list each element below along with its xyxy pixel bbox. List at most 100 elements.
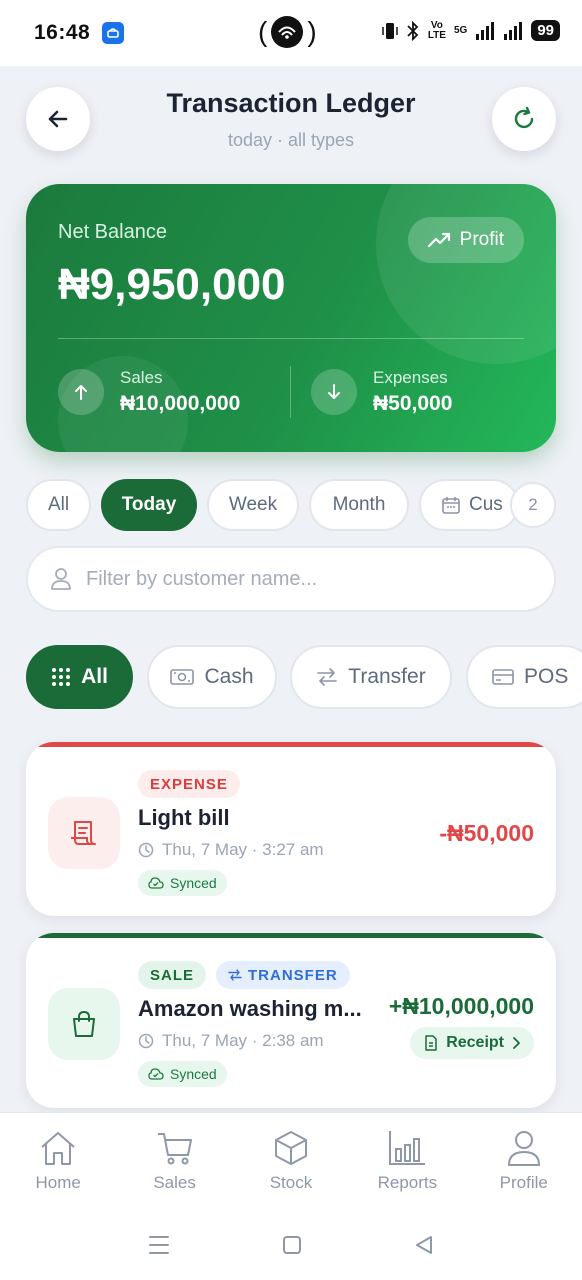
- expenses-label: Expenses: [373, 368, 448, 387]
- period-week-chip[interactable]: Week: [207, 479, 299, 531]
- transaction-amount: +₦10,000,000: [388, 993, 534, 1019]
- expense-tag: EXPENSE: [138, 770, 240, 798]
- transfer-tag-label: TRANSFER: [248, 966, 338, 984]
- battery-indicator: 99: [531, 20, 560, 41]
- period-filter-row: All Today Week Month Cus 2: [26, 479, 556, 533]
- transaction-card[interactable]: EXPENSE Light bill Thu, 7 May · 3:27 am …: [26, 742, 556, 916]
- home-icon: [41, 1132, 75, 1165]
- shopping-bag-icon: [48, 988, 120, 1060]
- user-icon: [51, 568, 71, 590]
- type-transfer-label: Transfer: [348, 665, 426, 688]
- transaction-title: Amazon washing m...: [138, 996, 362, 1021]
- header: Transaction Ledger today · all types: [0, 66, 582, 166]
- transaction-date: Thu, 7 May · 3:27 am: [138, 840, 324, 860]
- signal-icon: [476, 21, 495, 40]
- filter-count-badge[interactable]: 2: [510, 482, 556, 528]
- sales-value: ₦10,000,000: [120, 392, 241, 415]
- bottom-navigation: Home Sales Stock Reports Profile: [0, 1112, 582, 1210]
- transaction-accent-bar: [26, 933, 556, 938]
- period-custom-chip[interactable]: Cus: [419, 479, 519, 531]
- nav-profile-label: Profile: [499, 1173, 548, 1192]
- profile-icon: [507, 1131, 540, 1166]
- stat-separator: [290, 366, 291, 418]
- type-cash-label: Cash: [204, 665, 254, 688]
- calendar-icon: [442, 497, 460, 514]
- type-pos-chip[interactable]: POS: [466, 645, 582, 709]
- hotspot-icon: [271, 16, 304, 48]
- bar-chart-icon: [389, 1131, 426, 1165]
- period-month-chip[interactable]: Month: [309, 479, 409, 531]
- receipt-button[interactable]: Receipt: [410, 1027, 534, 1059]
- clock-icon: [138, 1033, 154, 1049]
- hotspot-left-paren: (: [258, 16, 268, 47]
- sync-status-badge: Synced: [138, 1061, 227, 1087]
- transaction-card[interactable]: SALE TRANSFER Amazon washing m... Thu, 7…: [26, 933, 556, 1108]
- transaction-tags: SALE TRANSFER: [138, 961, 350, 989]
- status-bar: 16:48 ( ) Vo LTE 5G 99: [0, 0, 582, 66]
- customer-search-input[interactable]: [86, 567, 506, 591]
- cloud-check-icon: [148, 1068, 164, 1080]
- sale-tag: SALE: [138, 961, 207, 989]
- cart-icon: [157, 1133, 192, 1165]
- expenses-value: ₦50,000: [373, 392, 453, 415]
- transfer-arrows-icon: [228, 969, 242, 981]
- transfer-tag: TRANSFER: [216, 961, 350, 989]
- type-cash-chip[interactable]: Cash: [147, 645, 277, 709]
- net-balance-value: ₦9,950,000: [58, 260, 286, 309]
- payment-type-filter-row: All Cash Transfer POS: [26, 645, 582, 711]
- transaction-tags: EXPENSE: [138, 770, 240, 798]
- nav-sales[interactable]: Sales: [116, 1113, 232, 1210]
- system-icons: Vo LTE 5G 99: [382, 20, 560, 41]
- back-triangle-icon[interactable]: [413, 1234, 435, 1256]
- transaction-title: Light bill: [138, 805, 230, 830]
- nav-reports[interactable]: Reports: [349, 1113, 465, 1210]
- bluetooth-icon: [407, 20, 419, 41]
- sync-status-badge: Synced: [138, 870, 227, 896]
- grid-icon: [52, 668, 71, 686]
- fiveg-indicator: 5G: [453, 24, 468, 36]
- cash-icon: [170, 669, 195, 685]
- lte-label: LTE: [427, 29, 446, 41]
- box-icon: [274, 1131, 307, 1165]
- transaction-date: Thu, 7 May · 2:38 am: [138, 1031, 324, 1051]
- nav-sales-label: Sales: [153, 1173, 196, 1192]
- arrow-down-icon: [311, 369, 357, 415]
- type-all-label: All: [81, 665, 108, 688]
- type-transfer-chip[interactable]: Transfer: [290, 645, 452, 709]
- transaction-amount: -₦50,000: [439, 820, 534, 846]
- hotspot-indicator: ( ): [258, 16, 317, 48]
- refresh-button[interactable]: [492, 87, 556, 151]
- document-icon: [425, 1035, 437, 1051]
- period-today-chip[interactable]: Today: [101, 479, 197, 531]
- refresh-icon: [514, 106, 534, 129]
- type-all-chip[interactable]: All: [26, 645, 133, 709]
- nav-home-label: Home: [35, 1173, 81, 1192]
- profit-badge: Profit: [407, 217, 524, 263]
- receipt-icon: [48, 797, 120, 869]
- net-balance-card: Net Balance ₦9,950,000 Profit Sales ₦10,…: [26, 184, 556, 452]
- sales-label: Sales: [120, 368, 163, 387]
- home-button-icon[interactable]: [281, 1234, 303, 1256]
- profit-label: Profit: [459, 229, 504, 250]
- decoration-circle: [376, 184, 556, 364]
- card-icon: [492, 669, 514, 685]
- nav-profile[interactable]: Profile: [466, 1113, 582, 1210]
- nav-reports-label: Reports: [377, 1173, 438, 1192]
- cloud-check-icon: [148, 877, 164, 889]
- period-custom-label: Cus: [469, 494, 503, 515]
- signal-icon-2: [504, 21, 523, 40]
- notification-app-icon: [102, 22, 125, 44]
- nav-stock-label: Stock: [269, 1173, 313, 1192]
- recent-apps-icon[interactable]: [147, 1234, 171, 1256]
- nav-home[interactable]: Home: [0, 1113, 116, 1210]
- nav-stock[interactable]: Stock: [233, 1113, 349, 1210]
- transaction-date-text: Thu, 7 May · 3:27 am: [162, 840, 324, 859]
- period-all-chip[interactable]: All: [26, 479, 91, 531]
- volte-indicator: Vo LTE: [427, 20, 446, 41]
- expenses-stat: Expenses ₦50,000: [311, 368, 452, 416]
- hotspot-right-paren: ): [307, 16, 317, 47]
- transaction-accent-bar: [26, 742, 556, 747]
- chevron-right-icon: [513, 1037, 520, 1049]
- arrow-up-icon: [58, 369, 104, 415]
- clock-icon: [138, 842, 154, 858]
